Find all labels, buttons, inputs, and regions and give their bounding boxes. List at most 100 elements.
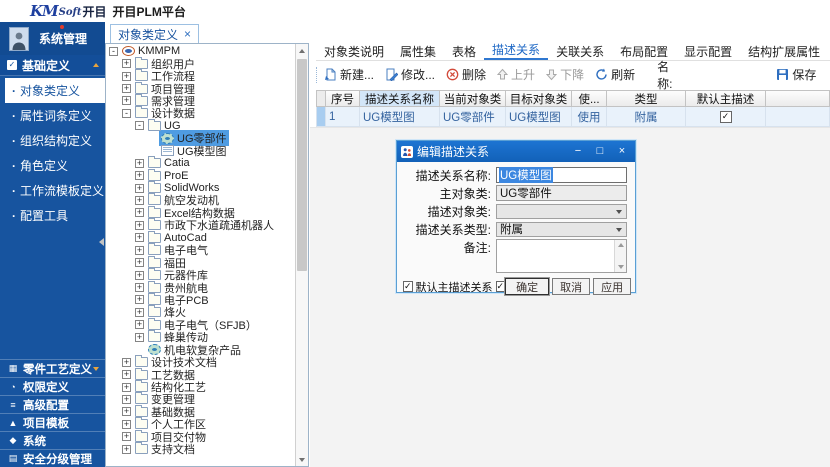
tree-toggle-icon[interactable] (135, 233, 144, 242)
sidebar-section[interactable]: 项目模板 (0, 413, 105, 431)
minimize-icon[interactable]: − (567, 142, 589, 161)
apply-button[interactable]: 应用 (593, 278, 631, 295)
ok-button[interactable]: 确定 (505, 278, 549, 295)
column-header-current-class[interactable]: 当前对象类 (440, 90, 506, 107)
tree-item[interactable]: 电子PCB (106, 294, 295, 306)
tree-item[interactable]: 项目交付物 (106, 431, 295, 443)
tree-item[interactable]: 结构化工艺 (106, 381, 295, 393)
tree-item[interactable]: UG模型图 (106, 145, 295, 157)
sidebar-item[interactable]: 属性词条定义 (0, 103, 105, 128)
tree-toggle-icon[interactable] (135, 320, 144, 329)
tree-toggle-icon[interactable] (122, 420, 131, 429)
tree-toggle-icon[interactable] (148, 134, 157, 143)
tree-toggle-icon[interactable] (135, 121, 144, 130)
column-header-relation-name[interactable]: 描述关系名称 (360, 90, 440, 107)
tree-toggle-icon[interactable] (135, 221, 144, 230)
config-tab[interactable]: 关联关系 (548, 44, 612, 60)
scrollbar-thumb[interactable] (297, 59, 307, 271)
tree-item[interactable]: 工作流程 (106, 70, 295, 82)
default-main-relation-checkbox[interactable] (403, 281, 413, 292)
config-tab[interactable]: 描述关系 (484, 42, 548, 60)
new-button[interactable]: 新建... (324, 66, 374, 83)
row-selector-cell[interactable] (316, 107, 326, 127)
relation-name-input[interactable]: UG模型图 (496, 167, 627, 183)
tree-item[interactable]: 设计数据 (106, 107, 295, 119)
sidebar-section[interactable]: 零件工艺定义 (0, 359, 105, 377)
config-tab[interactable]: 结构扩展属性 (740, 44, 828, 60)
tree-toggle-icon[interactable] (135, 246, 144, 255)
sidebar-section[interactable]: 安全分级管理 (0, 449, 105, 467)
tree-item[interactable]: Catia (106, 157, 295, 169)
tree-toggle-icon[interactable] (135, 271, 144, 280)
close-icon[interactable]: × (611, 142, 633, 161)
collapse-arrow-icon[interactable] (93, 63, 99, 67)
tree-toggle-icon[interactable] (122, 395, 131, 404)
tree-toggle-icon[interactable] (122, 432, 131, 441)
dialog-titlebar[interactable]: 编辑描述关系 − □ × (397, 141, 635, 162)
config-tab[interactable]: 显示配置 (676, 44, 740, 60)
column-header-default-main[interactable]: 默认主描述 (686, 90, 766, 107)
save-button[interactable]: 保存 (776, 66, 816, 83)
tree-item[interactable]: 组织用户 (106, 57, 295, 69)
column-header-seq[interactable]: 序号 (326, 90, 360, 107)
sidebar-section-base-definition[interactable]: ✓ 基础定义 (0, 55, 105, 76)
config-tab[interactable]: 对象类说明 (316, 44, 392, 60)
tree-toggle-icon[interactable] (122, 407, 131, 416)
close-icon[interactable]: × (184, 27, 191, 41)
tree-toggle-icon[interactable] (122, 96, 131, 105)
tab-object-class-definition[interactable]: 对象类定义 × (110, 24, 199, 43)
tree-toggle-icon[interactable] (135, 308, 144, 317)
name-filter-input[interactable] (676, 66, 776, 84)
tree-toggle-icon[interactable] (135, 171, 144, 180)
tree-item[interactable]: ProE (106, 169, 295, 181)
remark-textarea[interactable] (496, 239, 627, 273)
sidebar-item[interactable]: 工作流模板定义 (0, 178, 105, 203)
cancel-button[interactable]: 取消 (552, 278, 590, 295)
tree-toggle-icon[interactable] (122, 72, 131, 81)
tree-toggle-icon[interactable] (135, 258, 144, 267)
tree-toggle-icon[interactable] (122, 109, 131, 118)
delete-button[interactable]: 删除 (446, 66, 486, 83)
tree-toggle-icon[interactable] (122, 383, 131, 392)
tree-item[interactable]: 项目管理 (106, 82, 295, 94)
tree-toggle-icon[interactable] (122, 59, 131, 68)
user-avatar[interactable] (9, 27, 29, 51)
tree-toggle-icon[interactable] (135, 333, 144, 342)
default-main-checkbox[interactable] (720, 111, 732, 123)
scroll-down-icon[interactable] (615, 262, 626, 272)
tree-node[interactable]: 支持文档 (133, 441, 197, 457)
relation-type-dropdown[interactable]: 附属 (496, 222, 627, 237)
refresh-button[interactable]: 刷新 (595, 66, 635, 83)
table-row[interactable]: 1 UG模型图 UG零部件 UG模型图 使用 附属 (316, 107, 830, 127)
secondary-checkbox[interactable] (496, 281, 506, 292)
move-down-button[interactable]: 下降 (546, 66, 584, 83)
config-tab[interactable]: 属性集 (392, 44, 444, 60)
scroll-up-icon[interactable] (296, 44, 308, 57)
tree-item[interactable]: 电子电气 (106, 244, 295, 256)
remark-scrollbar[interactable] (614, 240, 626, 272)
tree-node[interactable]: Catia (146, 157, 192, 169)
tree-item[interactable]: 需求管理 (106, 95, 295, 107)
tree-toggle-icon[interactable] (122, 358, 131, 367)
tree-item[interactable]: 支持文档 (106, 443, 295, 455)
config-tab[interactable]: 表格 (444, 44, 484, 60)
scroll-down-icon[interactable] (296, 453, 308, 466)
tree-toggle-icon[interactable] (135, 159, 144, 168)
tree-toggle-icon[interactable] (122, 84, 131, 93)
tree-scrollbar[interactable] (295, 44, 308, 466)
sidebar-item[interactable]: 角色定义 (0, 153, 105, 178)
tree-item[interactable]: 市政下水道疏通机器人 (106, 219, 295, 231)
tree-toggle-icon[interactable] (135, 295, 144, 304)
tree-toggle-icon[interactable] (122, 370, 131, 379)
tree-toggle-icon[interactable] (135, 345, 144, 354)
tree-toggle-icon[interactable] (135, 283, 144, 292)
tree-toggle-icon[interactable] (122, 445, 131, 454)
sidebar-collapse-handle[interactable] (99, 238, 104, 246)
sidebar-section[interactable]: 系统 (0, 431, 105, 449)
tree-toggle-icon[interactable] (148, 146, 157, 155)
tree-toggle-icon[interactable] (135, 196, 144, 205)
sidebar-item[interactable]: 配置工具 (0, 203, 105, 228)
column-header-type[interactable]: 类型 (607, 90, 686, 107)
tree-toggle-icon[interactable] (109, 47, 118, 56)
move-up-button[interactable]: 上升 (497, 66, 535, 83)
